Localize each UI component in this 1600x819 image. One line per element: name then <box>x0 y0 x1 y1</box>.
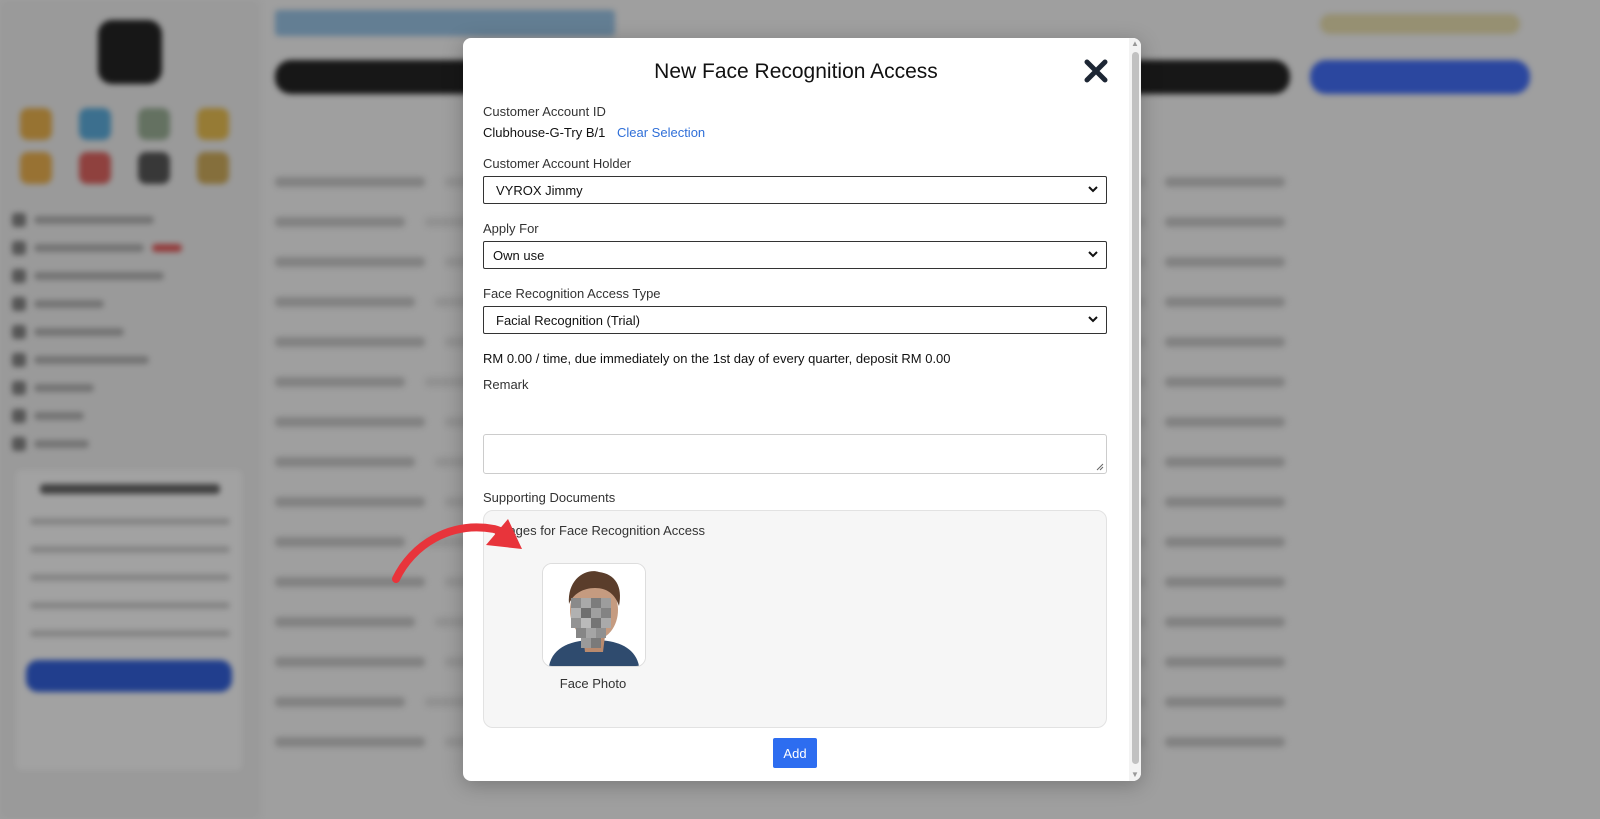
chevron-down-icon <box>1088 316 1098 323</box>
new-face-recognition-modal: New Face Recognition Access Customer Acc… <box>463 38 1141 781</box>
supporting-documents-box: Images for Face Recognition Access Face … <box>483 510 1107 728</box>
supporting-documents-label: Supporting Documents <box>483 490 616 505</box>
apply-for-value: Own use <box>493 248 545 263</box>
access-type-select[interactable]: Facial Recognition (Trial) <box>483 306 1107 334</box>
face-photo-caption: Face Photo <box>559 676 627 691</box>
scroll-down-icon[interactable]: ▼ <box>1131 771 1139 779</box>
apply-for-label: Apply For <box>483 221 539 236</box>
customer-account-id-value: Clubhouse-G-Try B/1 <box>483 125 606 140</box>
customer-account-holder-select[interactable]: VYROX Jimmy <box>483 176 1107 204</box>
annotation-arrow <box>392 519 522 583</box>
face-photo-thumbnail[interactable] <box>542 563 646 667</box>
access-type-label: Face Recognition Access Type <box>483 286 661 301</box>
scrollbar-thumb[interactable] <box>1132 52 1139 764</box>
chevron-down-icon <box>1088 186 1098 193</box>
face-photo-image <box>543 564 645 666</box>
close-button[interactable] <box>1083 58 1109 84</box>
customer-account-holder-value: VYROX Jimmy <box>496 183 583 198</box>
apply-for-select[interactable]: Own use <box>483 241 1107 269</box>
remark-label: Remark <box>483 377 529 392</box>
modal-title: New Face Recognition Access <box>654 60 938 83</box>
scroll-up-icon[interactable]: ▲ <box>1131 40 1139 48</box>
remark-textarea[interactable] <box>483 434 1107 474</box>
customer-account-id-label: Customer Account ID <box>483 104 606 119</box>
customer-account-holder-label: Customer Account Holder <box>483 156 632 171</box>
fee-note: RM 0.00 / time, due immediately on the 1… <box>483 351 951 366</box>
chevron-down-icon <box>1088 251 1098 258</box>
clear-selection-link[interactable]: Clear Selection <box>617 125 705 140</box>
modal-scrollbar[interactable]: ▲ ▼ <box>1129 38 1141 781</box>
add-button[interactable]: Add <box>773 738 817 768</box>
access-type-value: Facial Recognition (Trial) <box>496 313 641 328</box>
close-icon <box>1084 59 1108 83</box>
resize-grip-icon[interactable] <box>1096 463 1104 471</box>
